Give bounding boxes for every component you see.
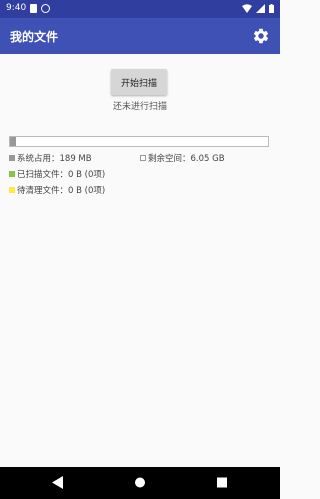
- system-used-label: 系统占用：189 MB: [17, 154, 92, 164]
- free-space-label: 剩余空间：6.05 GB: [148, 154, 225, 164]
- status-system-icons: [242, 4, 274, 13]
- status-time: 9:40: [6, 3, 27, 13]
- sync-icon: [41, 4, 50, 13]
- home-icon[interactable]: [134, 476, 146, 489]
- status-notification-icons: [30, 4, 50, 13]
- signal-icon: [256, 4, 265, 13]
- sd-card-icon: [30, 4, 37, 13]
- legend-scanned: 已扫描文件：0 B (0项): [9, 168, 105, 180]
- storage-usage-fill: [10, 137, 17, 146]
- battery-icon: [269, 4, 274, 13]
- start-scan-button[interactable]: 开始扫描: [111, 69, 167, 95]
- scanned-files-label: 已扫描文件：0 B (0项): [17, 170, 106, 180]
- wifi-icon: [242, 4, 252, 13]
- storage-usage-bar: [9, 136, 269, 147]
- page-title: 我的文件: [10, 30, 59, 44]
- recents-icon[interactable]: [216, 476, 228, 489]
- to-clean-files-label: 待清理文件：0 B (0项): [17, 186, 106, 196]
- status-bar: 9:40: [0, 0, 280, 18]
- back-icon[interactable]: [52, 476, 64, 489]
- to-clean-swatch: [9, 187, 15, 193]
- legend-free-space: 剩余空间：6.05 GB: [140, 152, 225, 164]
- system-swatch: [9, 155, 15, 161]
- settings-gear-icon[interactable]: [252, 27, 270, 45]
- app-bar: 我的文件: [0, 18, 280, 54]
- navigation-bar: [0, 467, 280, 499]
- legend-system-used: 系统占用：189 MB: [9, 152, 92, 164]
- legend-to-clean: 待清理文件：0 B (0项): [9, 184, 105, 196]
- scan-status-text: 还未进行扫描: [112, 102, 167, 112]
- free-swatch: [140, 155, 146, 161]
- scanned-swatch: [9, 171, 15, 177]
